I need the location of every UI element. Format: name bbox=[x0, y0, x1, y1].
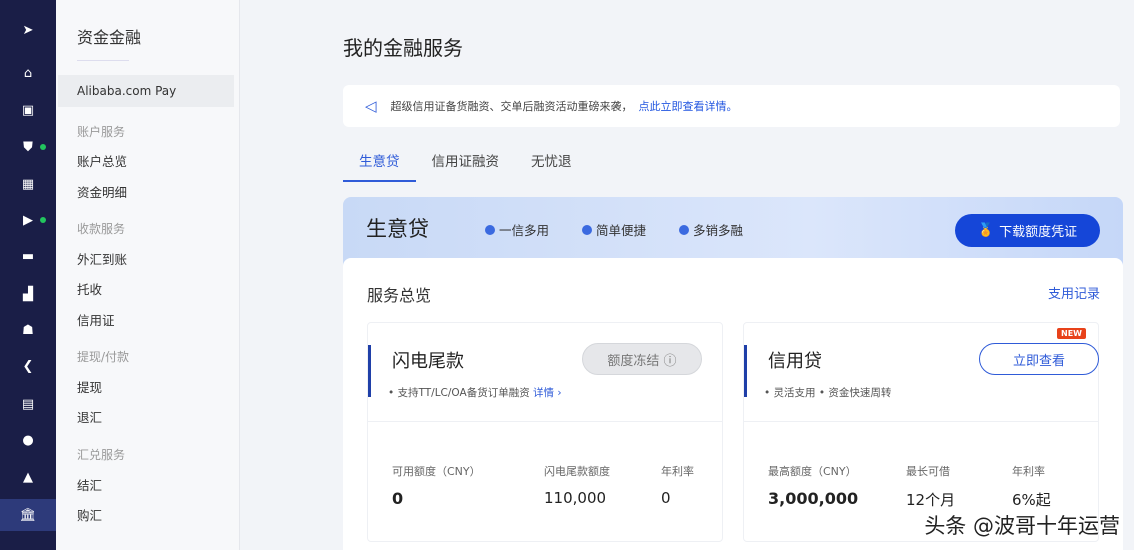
check-icon bbox=[582, 224, 592, 235]
feature: 一信多用 bbox=[485, 220, 549, 239]
message-icon[interactable]: ▬ bbox=[0, 241, 56, 271]
sidebar-group-label: 汇兑服务 bbox=[77, 448, 126, 462]
sidebar-item[interactable]: 结汇 bbox=[77, 475, 102, 494]
accent-bar bbox=[368, 345, 371, 397]
sidebar-item[interactable]: 资金明细 bbox=[77, 182, 127, 201]
watermark: 头条 @波哥十年运营 bbox=[924, 514, 1120, 538]
check-icon bbox=[485, 224, 495, 235]
quota-frozen-button[interactable]: 额度冻结 ⓘ bbox=[582, 343, 702, 375]
usage-record-link[interactable]: 支用记录 bbox=[1048, 283, 1100, 302]
active-tab-indicator bbox=[343, 180, 416, 182]
sidebar-item[interactable]: 信用证 bbox=[77, 310, 115, 329]
tab-lc-financing[interactable]: 信用证融资 bbox=[432, 150, 500, 170]
service-overview-card: 服务总览 支用记录 闪电尾款 额度冻结 ⓘ • 支持TT/LC/OA备货订单融资… bbox=[343, 258, 1123, 550]
share-icon[interactable]: ❮ bbox=[0, 351, 56, 381]
product-desc: • 灵活支用 • 资金快速周转 bbox=[764, 387, 892, 399]
divider bbox=[744, 421, 1098, 422]
shield-icon[interactable]: ⛊ bbox=[0, 132, 56, 162]
notice-text: 超级信用证备货融资、交单后融资活动重磅来袭， bbox=[390, 100, 633, 113]
users-icon[interactable]: ☗ bbox=[0, 315, 56, 345]
sidebar-item[interactable]: 账户总览 bbox=[77, 151, 127, 170]
icon-rail: ➤ ⌂ ▣ ⛊ ▦ ▶ ▬ ▟ ☗ ❮ ▤ ● ▲ 🏛 bbox=[0, 0, 56, 550]
sidebar-item[interactable]: 托收 bbox=[77, 279, 102, 298]
sidebar-item-alibaba-pay[interactable]: Alibaba.com Pay bbox=[77, 84, 176, 98]
view-now-button[interactable]: 立即查看 bbox=[979, 343, 1099, 375]
bell-icon[interactable]: ▲ bbox=[0, 462, 56, 492]
bank-icon[interactable]: 🏛 bbox=[0, 499, 56, 531]
banner-title: 生意贷 bbox=[366, 217, 429, 241]
circle-icon[interactable]: ● bbox=[0, 425, 56, 455]
stat: 最长可借 12个月 bbox=[906, 465, 956, 509]
chart-icon[interactable]: ▟ bbox=[0, 279, 56, 309]
medal-icon: 🏅 bbox=[977, 223, 995, 238]
feature: 多销多融 bbox=[679, 220, 743, 239]
stat: 年利率 6%起 bbox=[1012, 465, 1051, 509]
notification-dot bbox=[40, 144, 46, 150]
sidebar-group-label: 收款服务 bbox=[77, 222, 126, 236]
speaker-icon: ◁ bbox=[365, 97, 377, 115]
store-icon[interactable]: ▣ bbox=[0, 95, 56, 125]
send-icon[interactable]: ➤ bbox=[0, 15, 56, 45]
overview-title: 服务总览 bbox=[367, 286, 432, 305]
sidebar-item[interactable]: 购汇 bbox=[77, 505, 102, 524]
stat: 可用额度（CNY） 0 bbox=[392, 465, 481, 508]
banner: 生意贷 一信多用 简单便捷 多销多融 🏅 下载额度凭证 bbox=[343, 197, 1123, 267]
stat: 年利率 0 bbox=[661, 465, 694, 507]
grid-icon[interactable]: ▦ bbox=[0, 169, 56, 199]
sidebar-item[interactable]: 外汇到账 bbox=[77, 249, 127, 268]
sidebar-group-label: 账户服务 bbox=[77, 125, 126, 139]
product-card-credit-loan: 信用贷 立即查看 NEW • 灵活支用 • 资金快速周转 最高额度（CNY） 3,… bbox=[743, 322, 1099, 542]
product-name: 闪电尾款 bbox=[392, 351, 464, 372]
product-card-flash-payment: 闪电尾款 额度冻结 ⓘ • 支持TT/LC/OA备货订单融资 详情 › 可用额度… bbox=[367, 322, 723, 542]
page-title: 我的金融服务 bbox=[343, 36, 463, 60]
tab-worry-free-return[interactable]: 无忧退 bbox=[531, 150, 572, 170]
sidebar-group-label: 提现/付款 bbox=[77, 350, 130, 364]
notification-dot bbox=[40, 217, 46, 223]
accent-bar bbox=[744, 345, 747, 397]
notice-bar: ◁ 超级信用证备货融资、交单后融资活动重磅来袭， 点此立即查看详情。 bbox=[343, 85, 1120, 127]
product-name: 信用贷 bbox=[768, 351, 822, 372]
new-badge: NEW bbox=[1057, 328, 1086, 339]
sidebar-title: 资金金融 bbox=[77, 28, 142, 47]
tabs: 生意贷 信用证融资 无忧退 bbox=[343, 150, 572, 170]
divider bbox=[368, 421, 722, 422]
details-link[interactable]: 详情 › bbox=[533, 387, 562, 399]
sidebar-item[interactable]: 提现 bbox=[77, 377, 102, 396]
tab-business-loan[interactable]: 生意贷 bbox=[359, 150, 400, 170]
notice-link[interactable]: 点此立即查看详情。 bbox=[639, 98, 738, 114]
stat: 最高额度（CNY） 3,000,000 bbox=[768, 465, 859, 508]
clipboard-icon[interactable]: ▤ bbox=[0, 389, 56, 419]
home-icon[interactable]: ⌂ bbox=[0, 58, 56, 88]
sidebar-item[interactable]: 退汇 bbox=[77, 407, 102, 426]
check-icon bbox=[679, 224, 689, 235]
sidebar: 资金金融 Alibaba.com Pay 账户服务 账户总览 资金明细 收款服务… bbox=[56, 0, 240, 550]
product-desc: • 支持TT/LC/OA备货订单融资 详情 › bbox=[388, 387, 562, 399]
download-certificate-button[interactable]: 🏅 下载额度凭证 bbox=[955, 214, 1100, 247]
divider bbox=[77, 60, 129, 61]
video-icon[interactable]: ▶ bbox=[0, 205, 56, 235]
feature: 简单便捷 bbox=[582, 220, 646, 239]
stat: 闪电尾款额度 110,000 bbox=[544, 465, 610, 507]
